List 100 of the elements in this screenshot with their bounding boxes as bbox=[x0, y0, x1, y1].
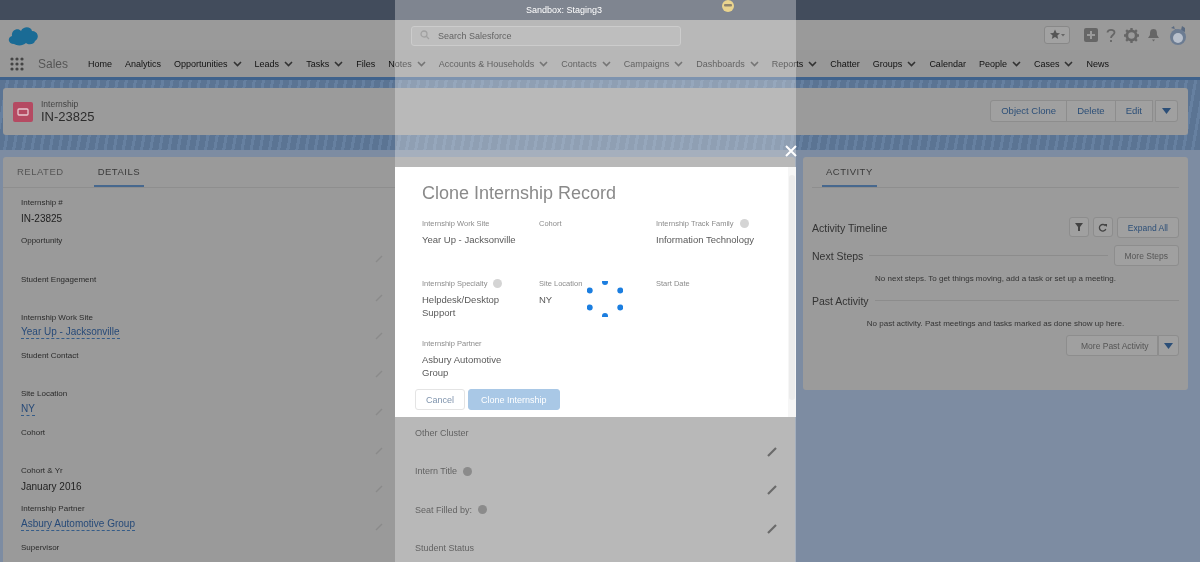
nav-tab[interactable]: People bbox=[978, 58, 1021, 69]
action-button[interactable]: Object Clone bbox=[990, 99, 1068, 122]
nav-tab[interactable]: Opportunities bbox=[174, 58, 242, 69]
field-label: Intern Title bbox=[415, 466, 458, 477]
field-label: Internship # bbox=[21, 198, 64, 207]
filter-icon bbox=[1074, 223, 1083, 231]
more-past-activity-button[interactable]: More Past Activity bbox=[1066, 335, 1158, 356]
field-value: IN-23825 bbox=[21, 212, 63, 224]
app-launcher-icon[interactable] bbox=[10, 56, 24, 71]
field-value: Asbury Automotive Group bbox=[422, 353, 503, 379]
nav-tab[interactable]: Groups bbox=[872, 58, 917, 69]
nav-tab[interactable]: Leads bbox=[254, 58, 294, 69]
expand-all-button[interactable]: Expand All bbox=[1116, 217, 1179, 238]
dialog-button[interactable]: Cancel bbox=[415, 389, 465, 410]
nav-tab[interactable]: Analytics bbox=[125, 58, 162, 69]
search-field[interactable]: Search Salesforce bbox=[411, 25, 681, 46]
app-name: Sales bbox=[38, 56, 69, 71]
star-icon bbox=[1049, 29, 1065, 41]
nav-tab[interactable]: Dashboards bbox=[696, 58, 759, 69]
field-link[interactable]: NY bbox=[21, 403, 35, 416]
nav-tab[interactable]: Home bbox=[88, 58, 113, 69]
field-label: Internship Partner bbox=[21, 504, 86, 514]
panel-tab[interactable]: DETAILS bbox=[93, 157, 144, 187]
section-title: Next Steps bbox=[812, 249, 864, 262]
chevron-down-icon[interactable] bbox=[284, 60, 294, 67]
field-label: Student Contact bbox=[21, 351, 80, 361]
info-icon[interactable] bbox=[493, 279, 503, 288]
nav-tab[interactable]: Notes bbox=[388, 58, 426, 69]
refresh-icon bbox=[1098, 222, 1108, 232]
chevron-down-icon[interactable] bbox=[907, 60, 917, 67]
nav-tab[interactable]: News bbox=[1086, 58, 1109, 69]
sunglasses-icon bbox=[722, 0, 735, 12]
chevron-down-icon[interactable] bbox=[539, 60, 549, 67]
close-icon[interactable] bbox=[785, 145, 797, 157]
pencil-icon[interactable] bbox=[767, 447, 777, 457]
panel-tab[interactable]: ACTIVITY bbox=[822, 157, 877, 187]
field-label: Other Cluster bbox=[415, 428, 469, 438]
nav-tab[interactable]: Contacts bbox=[561, 58, 611, 69]
panel-tab[interactable]: RELATED bbox=[13, 157, 68, 187]
nav-tab[interactable]: Accounts & Households bbox=[438, 58, 549, 69]
chevron-down-icon[interactable] bbox=[416, 60, 426, 67]
caret-icon bbox=[1162, 108, 1171, 114]
more-actions-button[interactable] bbox=[1155, 99, 1178, 122]
refresh-button[interactable] bbox=[1092, 217, 1113, 237]
cloud-logo[interactable] bbox=[6, 24, 40, 46]
field-link[interactable]: Asbury Automotive Group bbox=[21, 517, 135, 531]
info-icon[interactable] bbox=[478, 505, 488, 515]
caret-icon bbox=[1164, 342, 1173, 349]
add-icon[interactable] bbox=[1084, 28, 1098, 42]
search-icon bbox=[420, 29, 430, 40]
record-name: IN-23825 bbox=[41, 109, 95, 124]
empty-message: No past activity. Past meetings and tasks marked as done show up here. bbox=[865, 319, 1126, 328]
field-label: Student Engagement bbox=[21, 274, 98, 284]
nav-tab[interactable]: Reports bbox=[771, 58, 818, 69]
field-link[interactable]: Year Up - Jacksonville bbox=[21, 326, 120, 340]
pencil-icon[interactable] bbox=[767, 523, 777, 534]
field-value: January 2016 bbox=[21, 480, 82, 492]
help-icon[interactable] bbox=[1106, 27, 1116, 43]
filter-button[interactable] bbox=[1068, 217, 1089, 237]
info-icon[interactable] bbox=[739, 219, 749, 228]
nav-tab[interactable]: Cases bbox=[1033, 58, 1074, 69]
settings-icon[interactable] bbox=[1124, 27, 1139, 43]
nav-tab[interactable]: Calendar bbox=[929, 58, 966, 69]
more-steps-button[interactable]: More Steps bbox=[1113, 245, 1179, 266]
empty-message: No next steps. To get things moving, add a task or set up a meeting. bbox=[874, 274, 1117, 283]
chevron-down-icon[interactable] bbox=[808, 60, 818, 67]
record-object-type: Internship bbox=[41, 99, 80, 109]
dialog-button[interactable]: Clone Internship bbox=[468, 389, 560, 410]
chevron-down-icon[interactable] bbox=[1064, 60, 1074, 67]
action-button[interactable]: Edit bbox=[1114, 99, 1153, 122]
nav-tab[interactable]: Chatter bbox=[830, 58, 860, 69]
action-button[interactable]: Delete bbox=[1066, 99, 1116, 122]
nav-tab[interactable]: Files bbox=[356, 58, 376, 69]
field-value: Information Technology bbox=[656, 233, 756, 246]
notifications-icon[interactable] bbox=[1147, 28, 1160, 42]
field-value: NY bbox=[539, 293, 554, 306]
section-title: Past Activity bbox=[812, 294, 869, 307]
field-value: Year Up - Jacksonville bbox=[422, 233, 517, 246]
chevron-down-icon[interactable] bbox=[601, 60, 611, 67]
pencil-icon[interactable] bbox=[767, 485, 777, 496]
info-icon[interactable] bbox=[463, 466, 473, 476]
field-label: Cohort & Yr bbox=[21, 466, 64, 476]
field-label: Site Location bbox=[21, 389, 69, 399]
avatar-icon[interactable] bbox=[1168, 24, 1188, 46]
field-value: Helpdesk/Desktop Support bbox=[422, 293, 501, 319]
record-type-icon bbox=[13, 101, 33, 122]
field-label: Supervisor bbox=[21, 542, 61, 552]
chevron-down-icon[interactable] bbox=[232, 60, 242, 67]
chevron-down-icon[interactable] bbox=[749, 60, 759, 67]
dropdown-button[interactable] bbox=[1158, 335, 1179, 356]
chevron-down-icon[interactable] bbox=[334, 60, 344, 67]
field-label: Seat Filled by: bbox=[415, 504, 473, 515]
section-title: Activity Timeline bbox=[812, 221, 888, 234]
chevron-down-icon[interactable] bbox=[1011, 60, 1021, 67]
nav-tab[interactable]: Tasks bbox=[306, 58, 344, 69]
chevron-down-icon[interactable] bbox=[674, 60, 684, 67]
field-label: Student Status bbox=[415, 542, 475, 553]
nav-tab[interactable]: Campaigns bbox=[623, 58, 684, 69]
dialog-title: Clone Internship Record bbox=[422, 183, 618, 204]
favorites-button[interactable] bbox=[1044, 26, 1070, 44]
